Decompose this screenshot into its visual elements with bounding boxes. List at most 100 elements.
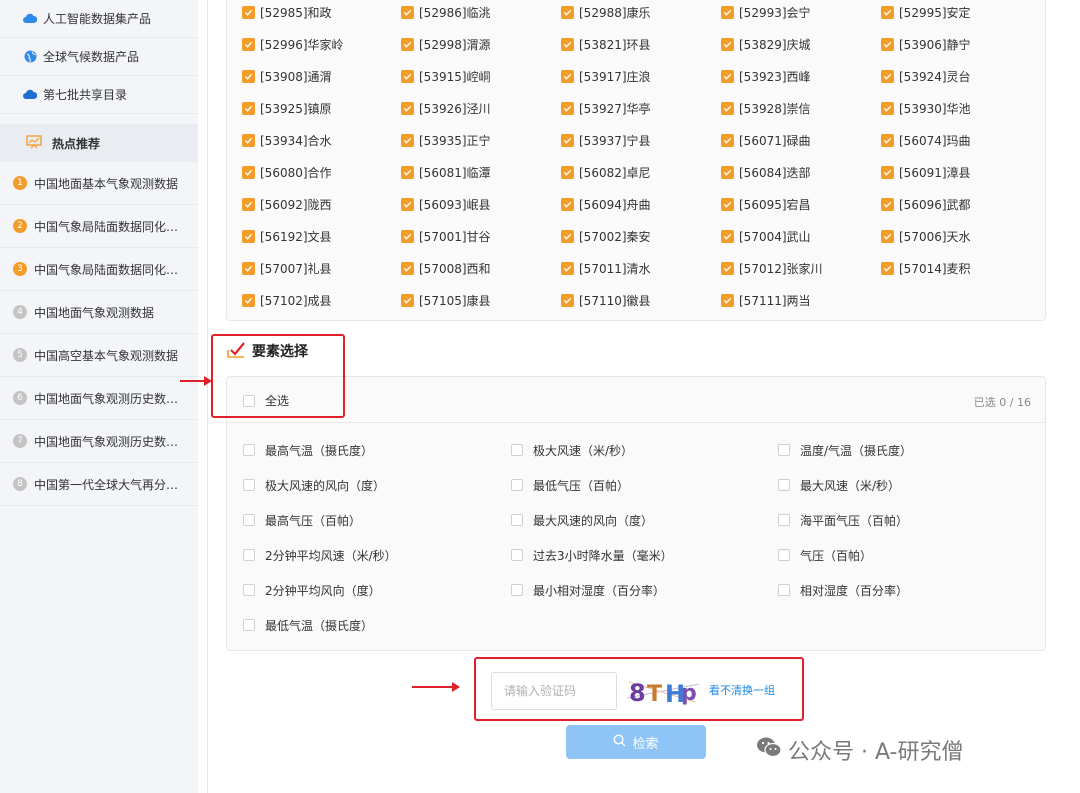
checkbox-checked-icon[interactable] — [242, 293, 255, 307]
station-checkbox[interactable]: [56094]舟曲 — [561, 194, 651, 214]
checkbox-checked-icon[interactable] — [242, 5, 255, 19]
element-checkbox[interactable]: 极大风速（米/秒） — [511, 440, 633, 460]
hot-recommend-item[interactable]: 3 中国气象局陆面数据同化系... — [0, 248, 198, 291]
checkbox-box[interactable] — [511, 549, 523, 561]
checkbox-checked-icon[interactable] — [881, 101, 894, 115]
element-checkbox[interactable]: 最高气压（百帕） — [243, 510, 361, 530]
checkbox-box[interactable] — [778, 479, 790, 491]
station-checkbox[interactable]: [52998]渭源 — [401, 34, 491, 54]
checkbox-checked-icon[interactable] — [881, 261, 894, 275]
station-checkbox[interactable]: [56084]迭部 — [721, 162, 811, 182]
checkbox-checked-icon[interactable] — [881, 165, 894, 179]
station-checkbox[interactable]: [52995]安定 — [881, 2, 971, 22]
checkbox-checked-icon[interactable] — [401, 69, 414, 83]
element-checkbox[interactable]: 最大风速的风向（度） — [511, 510, 653, 530]
station-checkbox[interactable]: [57007]礼县 — [242, 258, 332, 278]
station-checkbox[interactable]: [57011]清水 — [561, 258, 651, 278]
checkbox-checked-icon[interactable] — [401, 293, 414, 307]
checkbox-checked-icon[interactable] — [561, 133, 574, 147]
checkbox-checked-icon[interactable] — [401, 197, 414, 211]
station-checkbox[interactable]: [56192]文县 — [242, 226, 332, 246]
station-checkbox[interactable]: [57014]麦积 — [881, 258, 971, 278]
checkbox-checked-icon[interactable] — [881, 197, 894, 211]
element-checkbox[interactable]: 2分钟平均风向（度） — [243, 580, 381, 600]
station-checkbox[interactable]: [52996]华家岭 — [242, 34, 344, 54]
checkbox-box[interactable] — [243, 514, 255, 526]
hot-recommend-item[interactable]: 8 中国第一代全球大气再分析... — [0, 463, 198, 506]
checkbox-checked-icon[interactable] — [721, 101, 734, 115]
checkbox-checked-icon[interactable] — [561, 229, 574, 243]
station-checkbox[interactable]: [53927]华亭 — [561, 98, 651, 118]
station-checkbox[interactable]: [57110]徽县 — [561, 290, 651, 310]
checkbox-box[interactable] — [778, 514, 790, 526]
station-checkbox[interactable]: [53935]正宁 — [401, 130, 491, 150]
checkbox-checked-icon[interactable] — [242, 261, 255, 275]
element-checkbox[interactable]: 最低气压（百帕） — [511, 475, 629, 495]
checkbox-checked-icon[interactable] — [401, 101, 414, 115]
checkbox-checked-icon[interactable] — [721, 165, 734, 179]
checkbox-checked-icon[interactable] — [881, 5, 894, 19]
checkbox-box[interactable] — [511, 444, 523, 456]
checkbox-checked-icon[interactable] — [242, 197, 255, 211]
checkbox-checked-icon[interactable] — [561, 293, 574, 307]
checkbox-checked-icon[interactable] — [561, 5, 574, 19]
station-checkbox[interactable]: [57001]甘谷 — [401, 226, 491, 246]
checkbox-checked-icon[interactable] — [561, 165, 574, 179]
checkbox-checked-icon[interactable] — [561, 101, 574, 115]
station-checkbox[interactable]: [56092]陇西 — [242, 194, 332, 214]
station-checkbox[interactable]: [52986]临洮 — [401, 2, 491, 22]
checkbox-checked-icon[interactable] — [721, 197, 734, 211]
sidebar-item[interactable]: 全球气候数据产品 — [0, 38, 198, 76]
station-checkbox[interactable]: [53917]庄浪 — [561, 66, 651, 86]
hot-recommend-item[interactable]: 6 中国地面气象观测历史数据... — [0, 377, 198, 420]
station-checkbox[interactable]: [53915]崆峒 — [401, 66, 491, 86]
element-checkbox[interactable]: 海平面气压（百帕） — [778, 510, 908, 530]
hot-recommend-item[interactable]: 5 中国高空基本气象观测数据 — [0, 334, 198, 377]
element-checkbox[interactable]: 最高气温（摄氏度） — [243, 440, 373, 460]
station-checkbox[interactable]: [53829]庆城 — [721, 34, 811, 54]
station-checkbox[interactable]: [57111]两当 — [721, 290, 811, 310]
checkbox-box[interactable] — [511, 514, 523, 526]
station-checkbox[interactable]: [56082]卓尼 — [561, 162, 651, 182]
station-checkbox[interactable]: [56071]碌曲 — [721, 130, 811, 150]
checkbox-checked-icon[interactable] — [721, 5, 734, 19]
element-checkbox[interactable]: 最小相对湿度（百分率） — [511, 580, 665, 600]
sidebar-item[interactable]: 人工智能数据集产品 — [0, 0, 198, 38]
checkbox-checked-icon[interactable] — [242, 165, 255, 179]
station-checkbox[interactable]: [57105]康县 — [401, 290, 491, 310]
search-button[interactable]: 检索 — [566, 725, 706, 759]
element-checkbox[interactable]: 气压（百帕） — [778, 545, 872, 565]
checkbox-checked-icon[interactable] — [881, 229, 894, 243]
checkbox-checked-icon[interactable] — [401, 37, 414, 51]
station-checkbox[interactable]: [57002]秦安 — [561, 226, 651, 246]
station-checkbox[interactable]: [57006]天水 — [881, 226, 971, 246]
station-checkbox[interactable]: [53934]合水 — [242, 130, 332, 150]
checkbox-checked-icon[interactable] — [401, 165, 414, 179]
checkbox-checked-icon[interactable] — [242, 229, 255, 243]
checkbox-checked-icon[interactable] — [881, 37, 894, 51]
element-checkbox[interactable]: 相对湿度（百分率） — [778, 580, 908, 600]
checkbox-checked-icon[interactable] — [721, 229, 734, 243]
station-checkbox[interactable]: [57012]张家川 — [721, 258, 823, 278]
station-checkbox[interactable]: [56096]武都 — [881, 194, 971, 214]
station-checkbox[interactable]: [57004]武山 — [721, 226, 811, 246]
hot-recommend-item[interactable]: 4 中国地面气象观测数据 — [0, 291, 198, 334]
station-checkbox[interactable]: [56074]玛曲 — [881, 130, 971, 150]
checkbox-checked-icon[interactable] — [561, 69, 574, 83]
station-checkbox[interactable]: [52993]会宁 — [721, 2, 811, 22]
station-checkbox[interactable]: [53821]环县 — [561, 34, 651, 54]
station-checkbox[interactable]: [56080]合作 — [242, 162, 332, 182]
station-checkbox[interactable]: [52985]和政 — [242, 2, 332, 22]
station-checkbox[interactable]: [53930]华池 — [881, 98, 971, 118]
station-checkbox[interactable]: [53926]泾川 — [401, 98, 491, 118]
checkbox-checked-icon[interactable] — [242, 69, 255, 83]
captcha-image[interactable]: 8 T Hp — [625, 676, 701, 706]
checkbox-box[interactable] — [243, 584, 255, 596]
station-checkbox[interactable]: [56095]宕昌 — [721, 194, 811, 214]
checkbox-checked-icon[interactable] — [881, 133, 894, 147]
checkbox-box[interactable] — [243, 619, 255, 631]
station-checkbox[interactable]: [53923]西峰 — [721, 66, 811, 86]
station-checkbox[interactable]: [53928]崇信 — [721, 98, 811, 118]
element-checkbox[interactable]: 过去3小时降水量（毫米） — [511, 545, 673, 565]
station-checkbox[interactable]: [56091]漳县 — [881, 162, 971, 182]
